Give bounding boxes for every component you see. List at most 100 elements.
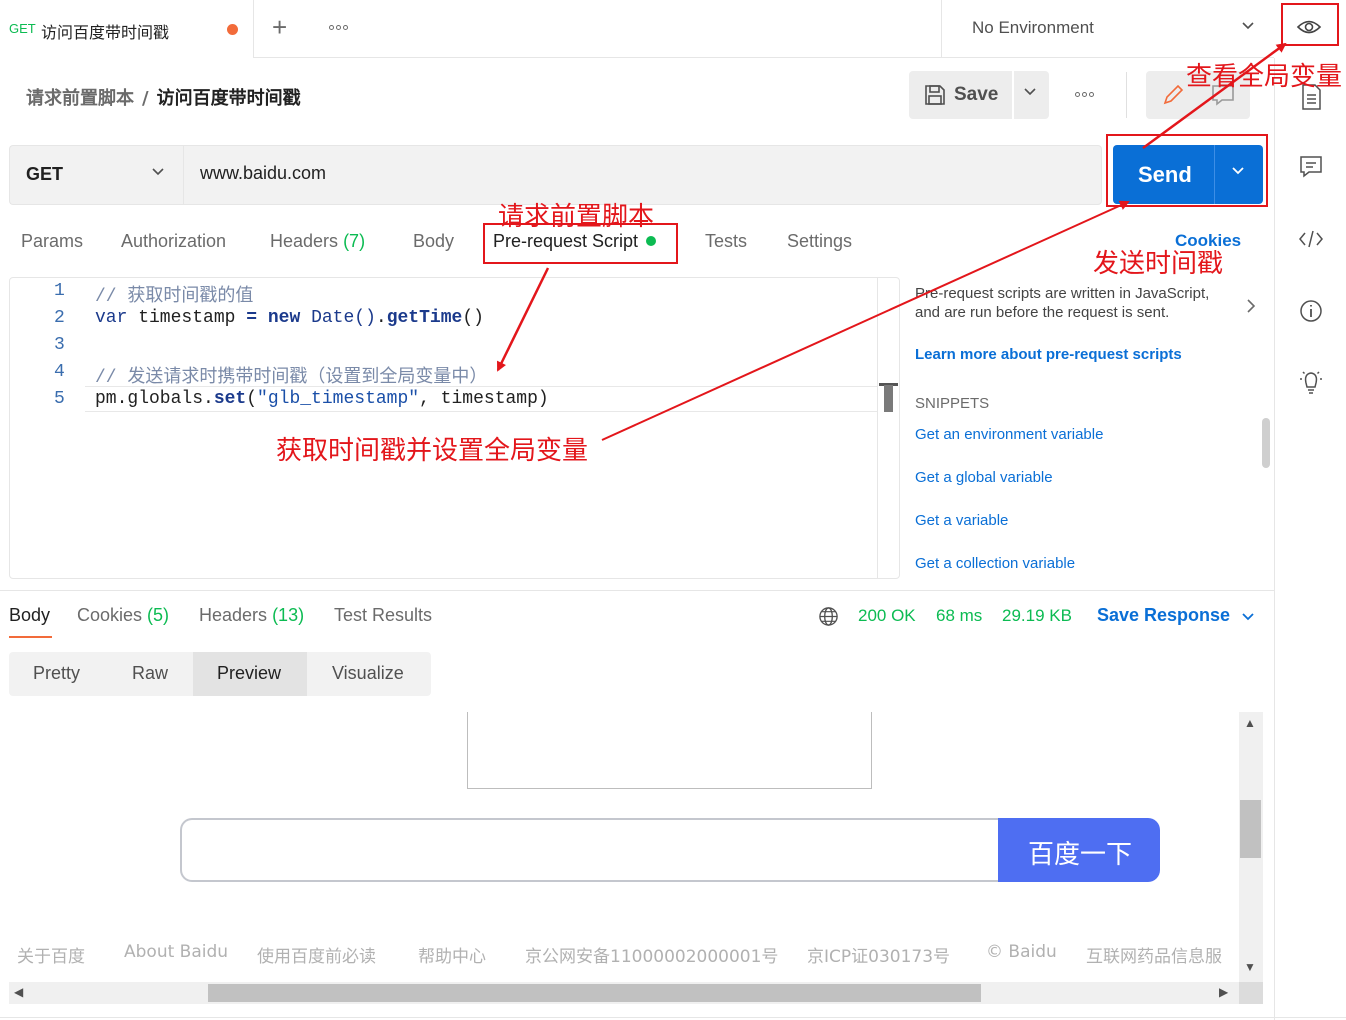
pencil-icon[interactable]	[1160, 82, 1186, 108]
footer-link[interactable]: 互联网药品信息服	[1086, 942, 1232, 967]
more-tabs-icon[interactable]	[329, 25, 348, 30]
annotation-box-eye	[1281, 3, 1339, 46]
line-number: 4	[54, 362, 65, 382]
snippets-scrollbar[interactable]	[1262, 418, 1270, 468]
tab-headers-count: (7)	[343, 231, 366, 251]
code-token: Date()	[300, 308, 376, 328]
tab-headers[interactable]: Headers (7)	[270, 231, 365, 252]
preview-frame-box	[467, 712, 872, 789]
view-mode-preview[interactable]: Preview	[217, 663, 281, 684]
tab-method-label: GET	[9, 21, 36, 36]
tab-settings[interactable]: Settings	[787, 231, 852, 252]
code-token: )	[537, 389, 549, 409]
code-token: pm.globals.	[95, 389, 214, 409]
save-response-label: Save Response	[1097, 605, 1231, 625]
scroll-left-arrow-icon[interactable]: ◀	[14, 985, 23, 999]
snippet-link[interactable]: Get a global variable	[915, 469, 1053, 486]
breadcrumb-separator: /	[142, 88, 149, 109]
status-code[interactable]: 200 OK	[858, 606, 916, 626]
active-tab-underline	[9, 636, 52, 638]
save-response-button[interactable]: Save Response	[1097, 605, 1230, 626]
annotation-get-set: 获取时间戳并设置全局变量	[276, 436, 589, 466]
response-time[interactable]: 68 ms	[936, 606, 982, 626]
save-options-chevron-icon[interactable]	[1022, 84, 1038, 100]
unsaved-dot-icon	[227, 24, 238, 35]
snippet-link[interactable]: Get a collection variable	[915, 555, 1075, 572]
response-tab-headers[interactable]: Headers (13)	[199, 605, 304, 626]
code-token: (	[246, 389, 258, 409]
line-number: 1	[54, 281, 65, 301]
baidu-search-input[interactable]	[180, 818, 1000, 882]
line-number: 2	[54, 308, 65, 328]
code-token: ()	[462, 308, 484, 328]
tab-tests[interactable]: Tests	[705, 231, 747, 252]
scrollbar-corner	[1239, 982, 1263, 1004]
method-label: GET	[26, 164, 64, 184]
tab-body[interactable]: Body	[413, 231, 454, 252]
save-label: Save	[954, 84, 999, 105]
pane-divider[interactable]	[0, 590, 1274, 591]
footer-link[interactable]: © Baidu	[986, 942, 1057, 962]
response-size[interactable]: 29.19 KB	[1002, 606, 1072, 626]
code-token: =	[246, 308, 258, 328]
scroll-right-arrow-icon[interactable]: ▶	[1219, 985, 1228, 999]
save-divider	[1012, 71, 1014, 119]
code-token: timestamp	[127, 308, 247, 328]
footer-link[interactable]: 关于百度	[17, 942, 85, 967]
baidu-search-button-label: 百度一下	[1028, 840, 1133, 870]
bottom-border	[0, 1017, 1346, 1018]
annotation-send: 发送时间戳	[1093, 249, 1224, 279]
info-icon[interactable]	[1296, 296, 1326, 326]
breadcrumb-request: 访问百度带时间戳	[156, 88, 301, 109]
help-description: Pre-request scripts are written in JavaS…	[915, 285, 1210, 321]
view-mode-visualize[interactable]: Visualize	[332, 663, 404, 684]
globe-icon[interactable]	[818, 606, 839, 627]
view-mode-raw[interactable]: Raw	[132, 663, 168, 684]
more-options-icon[interactable]	[1075, 92, 1094, 97]
code-line-2: var timestamp = new Date().getTime()	[95, 308, 484, 328]
view-mode-pretty[interactable]: Pretty	[33, 663, 80, 684]
new-tab-plus-icon[interactable]: +	[272, 12, 287, 43]
scroll-down-arrow-icon[interactable]: ▼	[1244, 960, 1256, 974]
tab-title: 访问百度带时间戳	[41, 23, 170, 42]
footer-link[interactable]: 帮助中心	[418, 942, 486, 967]
code-token: var	[95, 308, 128, 328]
footer-link[interactable]: 京ICP证030173号	[807, 942, 950, 967]
editor-scroll-track	[877, 278, 878, 578]
comments-icon[interactable]	[1296, 152, 1326, 182]
code-token: "glb_timestamp"	[257, 389, 420, 409]
horizontal-scroll-thumb[interactable]	[208, 984, 981, 1002]
chevron-down-icon	[152, 168, 164, 176]
response-tab-body[interactable]: Body	[9, 605, 50, 626]
scroll-up-arrow-icon[interactable]: ▲	[1244, 716, 1256, 730]
response-tab-headers-count: (13)	[272, 605, 305, 625]
line-number: 3	[54, 335, 65, 355]
response-tab-cookies-label: Cookies	[77, 605, 143, 625]
footer-link[interactable]: 京公网安备11000002000001号	[525, 942, 778, 967]
lightbulb-icon[interactable]	[1296, 367, 1326, 397]
learn-more-link[interactable]: Learn more about pre-request scripts	[915, 346, 1182, 363]
snippet-link[interactable]: Get a variable	[915, 512, 1008, 529]
response-tab-test-results[interactable]: Test Results	[334, 605, 432, 626]
annotation-box-send	[1106, 134, 1268, 207]
code-token: set	[213, 389, 247, 409]
breadcrumb: 请求前置脚本 / 访问百度带时间戳	[26, 84, 301, 110]
footer-link[interactable]: 使用百度前必读	[257, 942, 376, 967]
code-line-1: // 获取时间戳的值	[95, 287, 254, 307]
response-tab-headers-label: Headers	[199, 605, 268, 625]
code-icon[interactable]	[1296, 224, 1326, 254]
footer-link[interactable]: About Baidu	[124, 942, 228, 962]
chevron-down-icon	[1242, 613, 1254, 621]
response-tab-cookies-count: (5)	[147, 605, 170, 625]
tab-params[interactable]: Params	[21, 231, 83, 252]
snippet-link[interactable]: Get an environment variable	[915, 426, 1103, 443]
right-sidebar	[1274, 58, 1346, 1020]
tab-authorization[interactable]: Authorization	[121, 231, 226, 252]
breadcrumb-collection[interactable]: 请求前置脚本	[26, 88, 134, 109]
vertical-scroll-thumb[interactable]	[1240, 800, 1261, 858]
chevron-right-icon[interactable]	[1243, 296, 1259, 316]
chevron-down-icon	[1242, 22, 1254, 30]
line-number: 5	[54, 389, 65, 409]
url-input[interactable]	[200, 163, 1080, 184]
response-tab-cookies[interactable]: Cookies (5)	[77, 605, 169, 626]
